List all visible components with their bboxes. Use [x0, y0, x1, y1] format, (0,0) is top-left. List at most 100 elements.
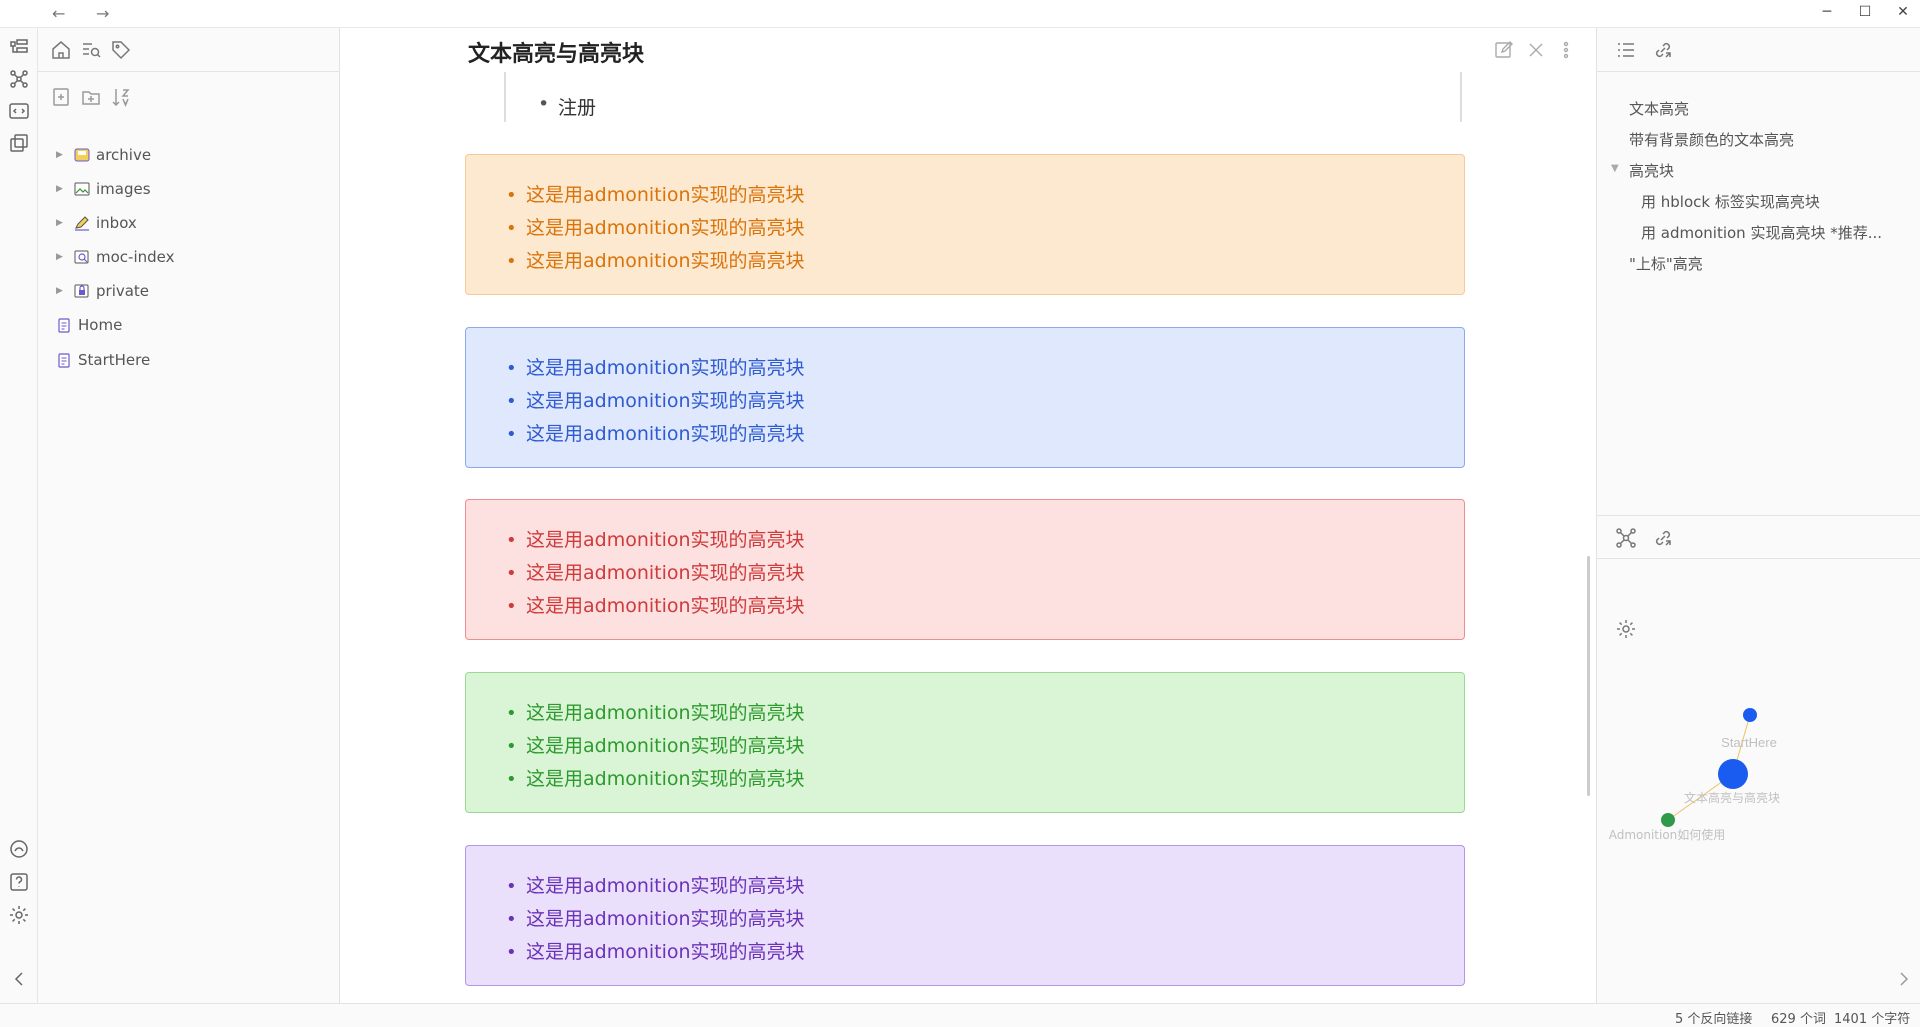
outline-item-3[interactable]: 高亮块 [1629, 160, 1674, 181]
search-icon[interactable] [80, 39, 102, 61]
list-item: 这是用admonition实现的高亮块 [506, 697, 805, 730]
list-item: 这是用admonition实现的高亮块 [506, 524, 805, 557]
editor-pane: 文本高亮与高亮块 注册 这是用admonition实现的高亮块 这是用admon… [340, 28, 1596, 1003]
tree-folder-images[interactable]: ▶ images [38, 176, 338, 202]
list-item: 这是用admonition实现的高亮块 [506, 179, 805, 212]
left-ribbon [0, 28, 38, 1003]
close-icon[interactable] [1526, 40, 1546, 60]
templates-icon[interactable] [8, 132, 30, 154]
vault-switcher-icon[interactable] [8, 838, 30, 860]
backlinks-icon[interactable] [1652, 39, 1674, 61]
list-item: 这是用admonition实现的高亮块 [506, 352, 805, 385]
archive-folder-icon [74, 148, 90, 162]
back-arrow-icon[interactable]: ← [52, 4, 65, 23]
list-item: 这是用admonition实现的高亮块 [506, 763, 805, 796]
graph-panel-tabs [1597, 515, 1920, 559]
tree-item-label: images [96, 180, 151, 198]
left-panel-tabs [38, 28, 339, 72]
admonition-block-purple: 这是用admonition实现的高亮块 这是用admonition实现的高亮块 … [465, 845, 1465, 986]
image-folder-icon [74, 182, 90, 196]
outgoing-links-icon[interactable] [1652, 527, 1674, 549]
graph-node-label: Admonition如何使用 [1609, 827, 1726, 842]
collapsed-arrow-icon[interactable]: ▶ [56, 218, 68, 228]
note-file-icon [58, 353, 70, 368]
new-note-icon[interactable] [50, 86, 72, 108]
page-title: 文本高亮与高亮块 [468, 42, 645, 67]
close-window-button[interactable]: ✕ [1888, 4, 1918, 20]
collapse-right-icon[interactable] [1893, 968, 1915, 990]
local-graph-icon[interactable] [1615, 527, 1637, 549]
editor-scrollbar[interactable] [1587, 556, 1590, 796]
new-folder-icon[interactable] [80, 86, 102, 108]
maximize-button[interactable]: ☐ [1850, 4, 1880, 20]
title-bar: ← → ─ ☐ ✕ [0, 0, 1920, 28]
collapse-left-icon[interactable] [8, 968, 30, 990]
list-item: 这是用admonition实现的高亮块 [506, 903, 805, 936]
word-count: 629 个词 [1771, 1012, 1826, 1027]
status-bar: 5 个反向链接 629 个词 1401 个字符 [0, 1003, 1920, 1027]
tree-item-label: Home [78, 316, 123, 334]
list-item: 这是用admonition实现的高亮块 [506, 245, 805, 278]
graph-node-starthere[interactable] [1743, 708, 1757, 722]
tree-item-label: moc-index [96, 248, 175, 266]
outline-list-icon[interactable] [1615, 39, 1637, 61]
edit-pencil-icon[interactable] [1494, 40, 1514, 60]
tree-folder-moc-index[interactable]: ▶ moc-index [38, 244, 338, 270]
list-item: 注册 [538, 93, 596, 120]
right-sidebar: 文本高亮 带有背景颜色的文本高亮 ▼ 高亮块 用 hblock 标签实现高亮块 … [1596, 28, 1920, 1003]
tree-folder-inbox[interactable]: ▶ inbox [38, 210, 338, 236]
char-count: 1401 个字符 [1834, 1012, 1911, 1027]
file-explorer-icon[interactable] [8, 36, 30, 58]
minimize-button[interactable]: ─ [1812, 4, 1842, 20]
tag-icon[interactable] [110, 39, 132, 61]
tree-folder-private[interactable]: ▶ private [38, 278, 338, 304]
admonition-block-orange: 这是用admonition实现的高亮块 这是用admonition实现的高亮块 … [465, 154, 1465, 295]
graph-node-label: 文本高亮与高亮块 [1684, 790, 1780, 805]
list-item: 这是用admonition实现的高亮块 [506, 557, 805, 590]
outline-item-2[interactable]: 带有背景颜色的文本高亮 [1629, 129, 1794, 150]
editor-header: 文本高亮与高亮块 [340, 28, 1596, 72]
code-block-icon[interactable] [8, 100, 30, 122]
graph-canvas[interactable]: StartHere 文本高亮与高亮块 Admonition如何使用 [1597, 560, 1920, 1003]
more-options-icon[interactable] [1556, 40, 1576, 60]
home-icon[interactable] [50, 39, 72, 61]
admonition-block-red: 这是用admonition实现的高亮块 这是用admonition实现的高亮块 … [465, 499, 1465, 640]
tree-item-label: private [96, 282, 150, 300]
tree-file-home[interactable]: Home [38, 312, 338, 338]
private-lock-icon [74, 284, 89, 298]
collapsed-arrow-icon[interactable]: ▶ [56, 252, 68, 262]
list-item: 这是用admonition实现的高亮块 [506, 385, 805, 418]
expanded-arrow-icon[interactable]: ▼ [1611, 163, 1619, 174]
tree-folder-archive[interactable]: ▶ archive [38, 142, 338, 168]
outline-item-6[interactable]: "上标"高亮 [1629, 253, 1703, 274]
list-item: 这是用admonition实现的高亮块 [506, 730, 805, 763]
collapsed-arrow-icon[interactable]: ▶ [56, 150, 68, 160]
tree-file-starthere[interactable]: StartHere [38, 347, 338, 373]
list-item: 这是用admonition实现的高亮块 [506, 936, 805, 969]
local-graph-view[interactable]: StartHere 文本高亮与高亮块 Admonition如何使用 [1597, 560, 1920, 1003]
tree-item-label: archive [96, 146, 152, 164]
settings-gear-icon[interactable] [8, 904, 30, 926]
collapsed-arrow-icon[interactable]: ▶ [56, 286, 68, 296]
previous-content-block: 注册 [504, 64, 1462, 122]
tree-item-label: StartHere [78, 351, 151, 369]
index-search-icon [74, 250, 89, 264]
graph-node-current[interactable] [1718, 759, 1748, 789]
graph-node-admonition[interactable] [1661, 813, 1675, 827]
graph-view-icon[interactable] [8, 68, 30, 90]
list-item: 这是用admonition实现的高亮块 [506, 590, 805, 623]
forward-arrow-icon[interactable]: → [96, 4, 109, 23]
tree-item-label: inbox [96, 214, 137, 232]
list-item: 这是用admonition实现的高亮块 [506, 212, 805, 245]
sort-icon[interactable] [110, 86, 132, 108]
collapsed-arrow-icon[interactable]: ▶ [56, 184, 68, 194]
note-file-icon [58, 318, 70, 333]
outline-item-5[interactable]: 用 admonition 实现高亮块 *推荐... [1641, 222, 1911, 243]
inbox-pencil-icon [75, 216, 89, 231]
graph-node-label: StartHere [1721, 735, 1777, 750]
help-icon[interactable] [8, 871, 30, 893]
outline-item-4[interactable]: 用 hblock 标签实现高亮块 [1641, 191, 1820, 212]
backlinks-count[interactable]: 5 个反向链接 [1675, 1008, 1752, 1027]
list-item: 这是用admonition实现的高亮块 [506, 870, 805, 903]
outline-item-1[interactable]: 文本高亮 [1629, 98, 1689, 119]
